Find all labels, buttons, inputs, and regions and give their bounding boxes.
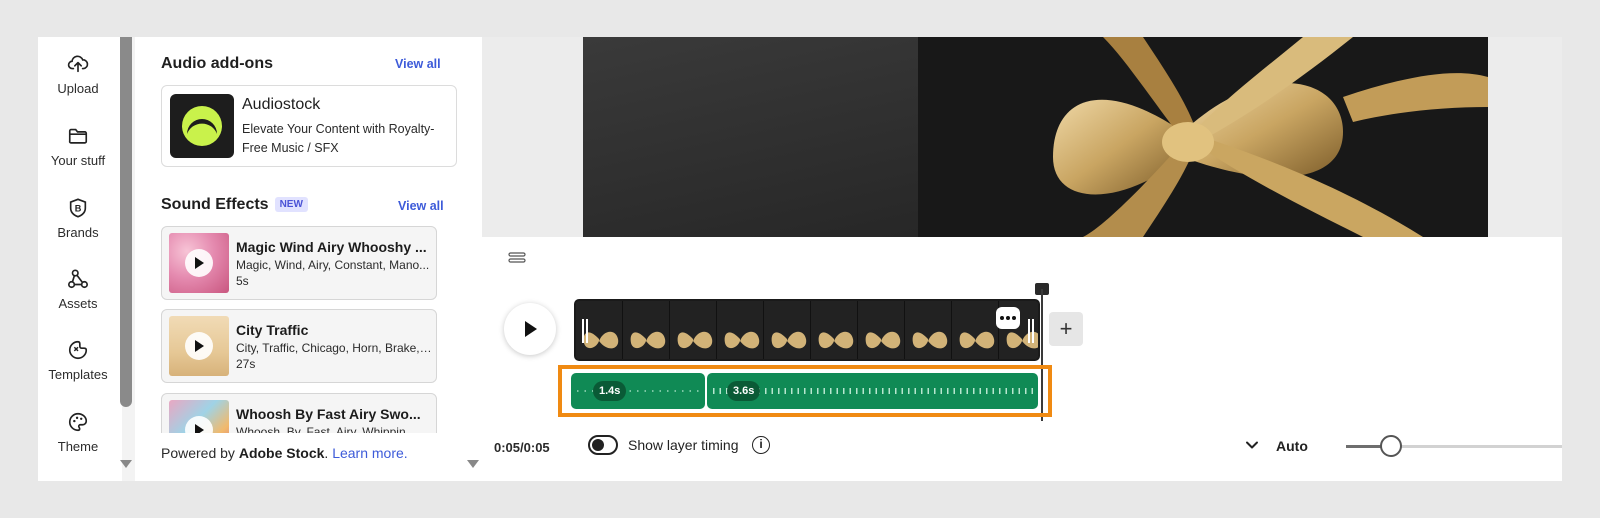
sound-effect-title: Whoosh By Fast Airy Swo... (236, 406, 421, 422)
sound-effect-tags: Magic, Wind, Airy, Constant, Mano... (236, 258, 430, 272)
rail-label: Your stuff (50, 153, 106, 168)
audio-panel: Audio add-ons View all Audiostock Elevat… (135, 37, 505, 481)
clip-frame (717, 301, 764, 359)
left-rail: Upload Your stuff B Brands Assets Templa… (38, 37, 122, 481)
theme-icon (69, 412, 88, 432)
design-preview[interactable] (583, 37, 1488, 237)
panel-scrollbar-thumb[interactable] (120, 37, 132, 407)
timeline-collapse-icon[interactable] (508, 251, 526, 265)
sound-effects-label: Sound Effects (161, 196, 269, 213)
rail-item-templates[interactable]: Templates (38, 339, 118, 382)
new-badge: NEW (274, 197, 308, 212)
clip-frame (811, 301, 858, 359)
layer-timing-label: Show layer timing (628, 437, 739, 453)
timeline-panel: + 1.4s 3.6s 0:05/0:05 Show layer timing … (482, 237, 1562, 481)
audiostock-name: Audiostock (242, 96, 321, 113)
clip-frame (952, 301, 999, 359)
zoom-slider-knob[interactable] (1380, 435, 1403, 457)
audio-addons-title: Audio add-ons (161, 55, 273, 72)
assets-icon (68, 269, 88, 289)
zoom-mode-label[interactable]: Auto (1276, 438, 1308, 454)
clip-trim-handle-left[interactable] (586, 319, 588, 343)
audio-addons-view-all-link[interactable]: View all (395, 57, 441, 71)
info-icon[interactable]: i (752, 436, 770, 454)
scroll-down-arrow-icon[interactable] (120, 460, 132, 468)
clip-more-options-icon[interactable] (996, 307, 1020, 329)
video-clip-strip[interactable] (574, 299, 1040, 361)
sound-effect-thumbnail (169, 233, 229, 293)
sound-effect-thumbnail (169, 316, 229, 376)
templates-icon (68, 340, 88, 360)
brand-icon: B (69, 198, 87, 218)
learn-more-link[interactable]: Learn more. (332, 445, 407, 461)
rail-item-brands[interactable]: B Brands (38, 197, 118, 240)
audiostock-card[interactable]: Audiostock Elevate Your Content with Roy… (161, 85, 457, 167)
clip-frame (858, 301, 905, 359)
rail-label: Assets (58, 296, 98, 311)
rail-item-your-stuff[interactable]: Your stuff (38, 125, 118, 168)
time-readout: 0:05/0:05 (494, 440, 550, 455)
chevron-down-icon[interactable] (1244, 437, 1260, 453)
clip-frame (764, 301, 811, 359)
clip-frame (905, 301, 952, 359)
audiostock-logo (170, 94, 234, 158)
app-frame: Upload Your stuff B Brands Assets Templa… (38, 37, 1562, 481)
clip-frame (670, 301, 717, 359)
audio-track-highlight (558, 365, 1052, 417)
play-icon[interactable] (185, 332, 213, 360)
add-scene-button[interactable]: + (1049, 312, 1083, 346)
clip-trim-handle-right[interactable] (1028, 319, 1030, 343)
rail-label: Templates (48, 367, 108, 382)
clip-trim-handle-left[interactable] (582, 319, 584, 343)
sound-effect-item[interactable]: City Traffic City, Traffic, Chicago, Hor… (161, 309, 437, 383)
panel-scroll-down-icon[interactable] (467, 460, 479, 468)
audiostock-description: Elevate Your Content with Royalty-Free M… (242, 122, 435, 155)
sound-effect-tags: City, Traffic, Chicago, Horn, Brake, ... (236, 341, 432, 355)
folder-icon (68, 128, 88, 144)
upload-icon (67, 55, 89, 73)
clip-frame (623, 301, 670, 359)
adobe-stock-brand: Adobe Stock (238, 445, 325, 461)
sound-effect-duration: 27s (236, 357, 256, 371)
sound-effects-view-all-link[interactable]: View all (398, 199, 444, 213)
sound-effect-item[interactable]: Magic Wind Airy Whooshy ... Magic, Wind,… (161, 226, 437, 300)
powered-prefix: Powered by (161, 445, 239, 461)
rail-label: Theme (57, 439, 99, 454)
sound-effect-title: City Traffic (236, 322, 309, 338)
clip-trim-handle-right[interactable] (1032, 319, 1034, 343)
sound-effects-title: Sound Effects NEW (161, 196, 308, 214)
sound-effect-duration: 5s (236, 274, 249, 288)
play-button[interactable] (504, 303, 556, 355)
rail-item-assets[interactable]: Assets (38, 268, 118, 311)
rail-label: Upload (57, 81, 99, 96)
rail-item-upload[interactable]: Upload (38, 53, 118, 96)
sound-effect-title: Magic Wind Airy Whooshy ... (236, 239, 427, 255)
play-icon[interactable] (185, 249, 213, 277)
svg-text:B: B (75, 204, 82, 214)
layer-timing-toggle[interactable] (588, 435, 618, 455)
powered-by-footer: Powered by Adobe Stock. Learn more. (135, 433, 505, 481)
rail-item-theme[interactable]: Theme (38, 411, 118, 454)
rail-label: Brands (57, 225, 99, 240)
